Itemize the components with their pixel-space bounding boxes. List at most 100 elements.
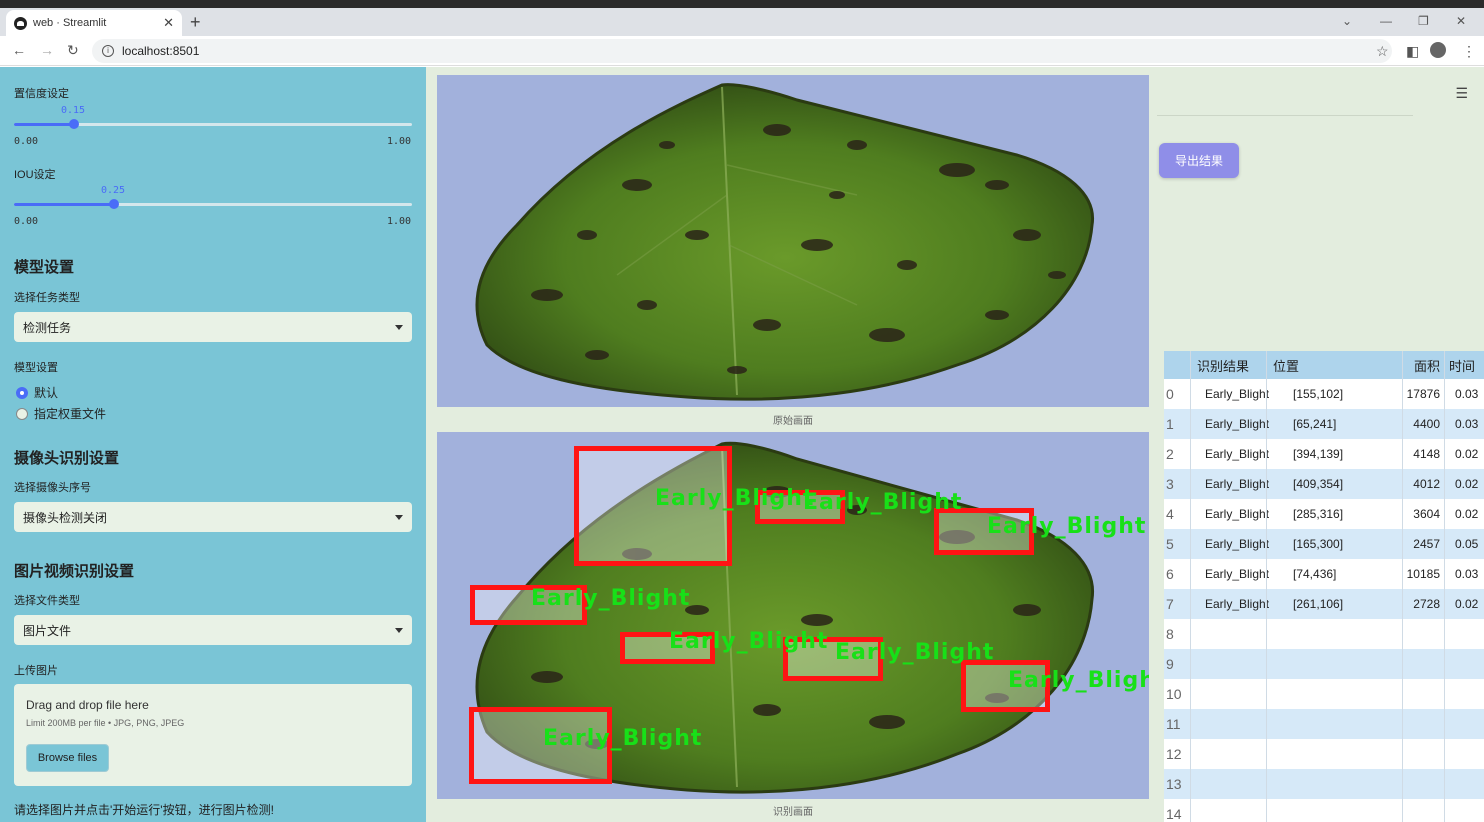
cell-result: Early_Blight xyxy=(1190,469,1269,499)
minimize-icon[interactable]: — xyxy=(1380,14,1392,28)
cell-position xyxy=(1266,709,1402,739)
cell-position xyxy=(1266,679,1402,709)
cell-area xyxy=(1402,709,1444,739)
tab-search-chevron-icon[interactable]: ⌄ xyxy=(1342,14,1352,28)
chevron-down-icon xyxy=(395,627,403,633)
cell-position xyxy=(1266,619,1402,649)
table-row[interactable]: 7 Early_Blight [261,106] 2728 0.02 xyxy=(1164,589,1484,619)
tab-close-icon[interactable]: ✕ xyxy=(163,15,174,31)
media-section-heading: 图片视频识别设置 xyxy=(14,563,135,580)
instruction-text: 请选择图片并点击'开始运行'按钮，进行图片检测! xyxy=(14,803,274,817)
confidence-slider[interactable] xyxy=(14,119,412,129)
camera-index-value: 摄像头检测关闭 xyxy=(23,510,108,525)
table-row[interactable]: 11 xyxy=(1164,709,1484,739)
detection-label: Early_Blight xyxy=(655,486,815,511)
table-row[interactable]: 6 Early_Blight [74,436] 10185 0.03 xyxy=(1164,559,1484,589)
tab-bar: web · Streamlit ✕ + ⌄ — ❐ ✕ xyxy=(0,8,1484,36)
detection-label: Early_Blight xyxy=(669,629,829,654)
cell-position: [165,300] xyxy=(1266,529,1402,559)
cell-area xyxy=(1402,739,1444,769)
table-row[interactable]: 14 xyxy=(1164,799,1484,822)
cell-result: Early_Blight xyxy=(1190,529,1269,559)
cell-position: [261,106] xyxy=(1266,589,1402,619)
main-content: 原始画面 Early_Blight Early_Blight Early_Bli… xyxy=(426,67,1484,822)
table-row[interactable]: 0 Early_Blight [155,102] 17876 0.03 xyxy=(1164,379,1484,409)
cell-time xyxy=(1444,619,1484,649)
profile-avatar-icon[interactable] xyxy=(1430,42,1446,61)
forward-icon[interactable]: → xyxy=(40,42,54,58)
tab-title: web · Streamlit xyxy=(33,17,107,29)
table-row[interactable]: 12 xyxy=(1164,739,1484,769)
cell-area: 2457 xyxy=(1402,529,1444,559)
task-type-select[interactable]: 检测任务 xyxy=(14,312,412,342)
column-header-time[interactable]: 时间 xyxy=(1444,351,1484,379)
results-table[interactable]: 识别结果 位置 面积 时间 0 Early_Blight [155,102] 1787… xyxy=(1164,351,1484,822)
radio-unselected-icon xyxy=(16,407,28,420)
detection-label: Early_Blight xyxy=(531,586,691,611)
site-info-icon[interactable]: i xyxy=(102,45,114,57)
model-section-heading: 模型设置 xyxy=(14,259,75,276)
reload-icon[interactable]: ↻ xyxy=(67,42,79,59)
cell-position: [394,139] xyxy=(1266,439,1402,469)
file-type-label: 选择文件类型 xyxy=(14,595,80,607)
table-row[interactable]: 10 xyxy=(1164,679,1484,709)
confidence-min: 0.00 xyxy=(14,136,39,147)
cell-time: 0.05 xyxy=(1444,529,1484,559)
cell-position: [155,102] xyxy=(1266,379,1402,409)
table-row[interactable]: 4 Early_Blight [285,316] 3604 0.02 xyxy=(1164,499,1484,529)
table-row[interactable]: 13 xyxy=(1164,769,1484,799)
browser-menu-icon[interactable]: ⋮ xyxy=(1462,43,1476,60)
confidence-slider-thumb[interactable] xyxy=(68,119,79,129)
cell-result xyxy=(1190,799,1266,822)
cell-time: 0.02 xyxy=(1444,469,1484,499)
cell-result: Early_Blight xyxy=(1190,499,1269,529)
table-row[interactable]: 9 xyxy=(1164,649,1484,679)
column-header-area[interactable]: 面积 xyxy=(1402,351,1444,379)
browser-tab[interactable]: web · Streamlit ✕ xyxy=(6,10,182,36)
export-results-button[interactable]: 导出结果 xyxy=(1159,143,1239,178)
radio-custom-weights[interactable]: 指定权重文件 xyxy=(16,405,106,422)
cell-result: Early_Blight xyxy=(1190,589,1269,619)
restore-icon[interactable]: ❐ xyxy=(1418,14,1429,28)
task-type-label: 选择任务类型 xyxy=(14,292,80,304)
chevron-down-icon xyxy=(395,324,403,330)
camera-index-select[interactable]: 摄像头检测关闭 xyxy=(14,502,412,532)
cell-time xyxy=(1444,739,1484,769)
radio-default-label: 默认 xyxy=(34,386,59,400)
column-header-result[interactable]: 识别结果 xyxy=(1190,351,1266,379)
browse-files-button[interactable]: Browse files xyxy=(26,744,109,772)
browser-window: web · Streamlit ✕ + ⌄ — ❐ ✕ ← → ↻ i loca… xyxy=(0,8,1484,822)
row-index: 7 xyxy=(1166,596,1174,612)
table-row[interactable]: 2 Early_Blight [394,139] 4148 0.02 xyxy=(1164,439,1484,469)
divider xyxy=(1157,115,1413,116)
table-row[interactable]: 1 Early_Blight [65,241] 4400 0.03 xyxy=(1164,409,1484,439)
iou-slider[interactable] xyxy=(14,199,412,209)
table-row[interactable]: 3 Early_Blight [409,354] 4012 0.02 xyxy=(1164,469,1484,499)
file-type-select[interactable]: 图片文件 xyxy=(14,615,412,645)
hamburger-menu-icon[interactable]: ☰ xyxy=(1455,85,1468,102)
back-icon[interactable]: ← xyxy=(12,42,26,58)
file-dropzone[interactable]: Drag and drop file here Limit 200MB per … xyxy=(14,684,412,786)
url-field[interactable]: i localhost:8501 xyxy=(92,39,1392,63)
table-row[interactable]: 8 xyxy=(1164,619,1484,649)
row-index: 6 xyxy=(1166,566,1174,582)
new-tab-icon[interactable]: + xyxy=(190,12,201,33)
iou-min: 0.00 xyxy=(14,216,39,227)
column-header-position[interactable]: 位置 xyxy=(1266,351,1402,379)
close-window-icon[interactable]: ✕ xyxy=(1456,14,1466,28)
address-bar: ← → ↻ i localhost:8501 ☆ ◧ ⋮ xyxy=(0,36,1484,66)
cell-result: Early_Blight xyxy=(1190,559,1269,589)
radio-default[interactable]: 默认 xyxy=(16,384,58,401)
cell-area xyxy=(1402,769,1444,799)
cell-area: 4400 xyxy=(1402,409,1444,439)
url-text: localhost:8501 xyxy=(122,44,200,58)
row-index: 10 xyxy=(1166,686,1182,702)
side-panel-icon[interactable]: ◧ xyxy=(1406,43,1419,60)
row-index: 2 xyxy=(1166,446,1174,462)
table-row[interactable]: 5 Early_Blight [165,300] 2457 0.05 xyxy=(1164,529,1484,559)
bookmark-star-icon[interactable]: ☆ xyxy=(1376,43,1389,60)
iou-slider-thumb[interactable] xyxy=(108,199,119,209)
cell-time xyxy=(1444,679,1484,709)
detection-label: Early_Blight xyxy=(803,490,963,515)
dropzone-limit: Limit 200MB per file • JPG, PNG, JPEG xyxy=(26,718,185,728)
